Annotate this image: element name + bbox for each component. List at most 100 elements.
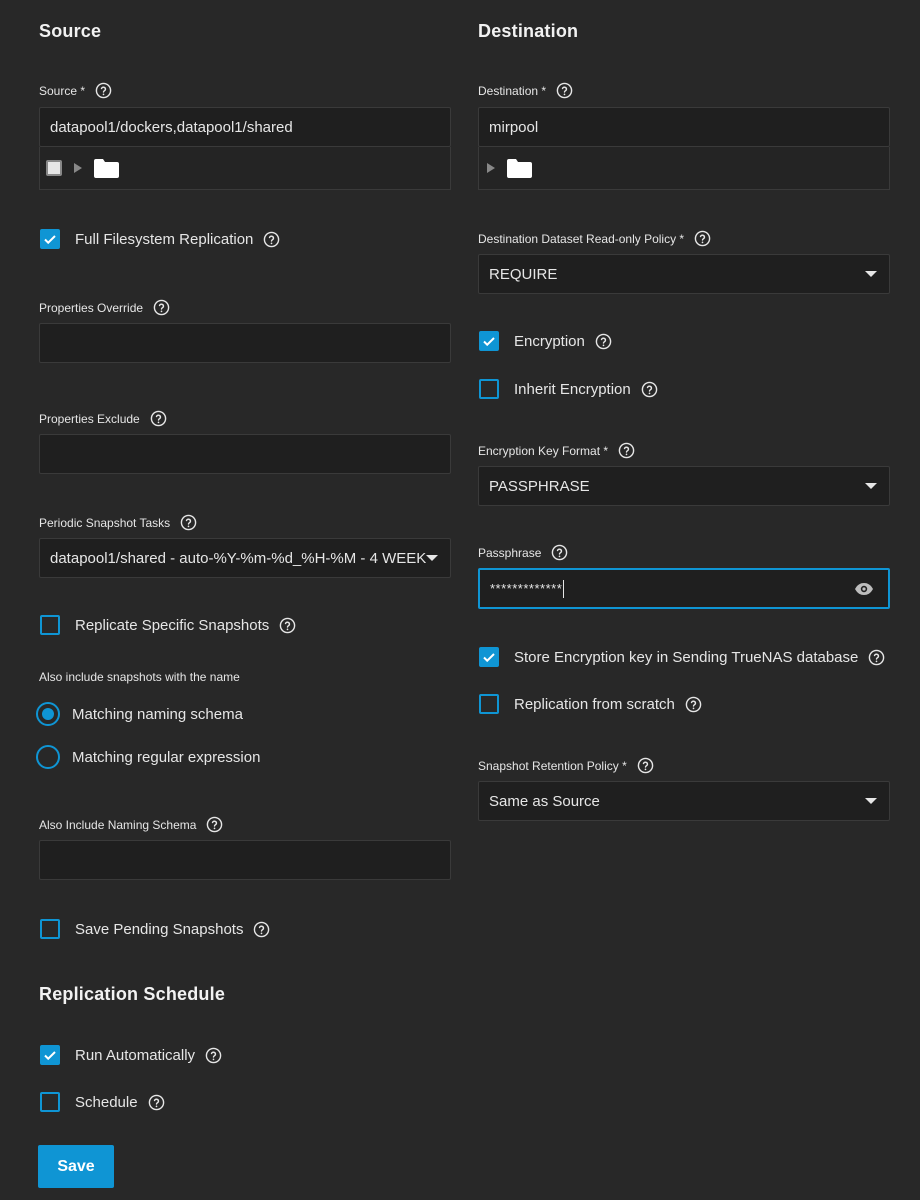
replication-from-scratch-row[interactable]: Replication from scratch	[479, 694, 702, 714]
expand-arrow-icon[interactable]	[487, 163, 495, 173]
run-automatically-checkbox[interactable]	[40, 1045, 60, 1065]
save-pending-label: Save Pending Snapshots	[75, 920, 244, 938]
destination-field-label: Destination *	[478, 82, 573, 99]
inherit-encryption-row[interactable]: Inherit Encryption	[479, 379, 658, 399]
readonly-policy-select[interactable]: REQUIRE	[478, 254, 890, 294]
properties-override-label-text: Properties Override	[39, 300, 144, 315]
help-icon[interactable]	[263, 231, 280, 248]
replication-from-scratch-label: Replication from scratch	[514, 695, 675, 713]
radio-naming-schema-label: Matching naming schema	[72, 705, 243, 723]
passphrase-label-text: Passphrase	[478, 545, 542, 560]
source-input[interactable]: datapool1/dockers,datapool1/shared	[39, 107, 451, 147]
source-tree-row[interactable]	[39, 147, 451, 190]
source-label-text: Source *	[39, 83, 86, 98]
also-include-snapshots-label: Also include snapshots with the name	[39, 670, 240, 684]
radio-regex-label: Matching regular expression	[72, 748, 261, 766]
replicate-specific-snapshots-row[interactable]: Replicate Specific Snapshots	[40, 615, 296, 635]
also-include-snapshots-text: Also include snapshots with the name	[39, 670, 240, 684]
inherit-encryption-label: Inherit Encryption	[514, 380, 631, 398]
save-button[interactable]: Save	[38, 1145, 114, 1188]
key-format-value: PASSPHRASE	[489, 477, 590, 495]
chevron-down-icon	[865, 798, 877, 804]
save-pending-snapshots-row[interactable]: Save Pending Snapshots	[40, 919, 270, 939]
inherit-encryption-checkbox[interactable]	[479, 379, 499, 399]
properties-exclude-input[interactable]	[39, 434, 451, 474]
expand-arrow-icon[interactable]	[74, 163, 82, 173]
retention-policy-label-text: Snapshot Retention Policy *	[478, 758, 627, 773]
folder-icon	[507, 158, 532, 178]
help-icon[interactable]	[205, 1047, 222, 1064]
source-field-label: Source *	[39, 82, 112, 99]
replicate-specific-checkbox[interactable]	[40, 615, 60, 635]
destination-input-value: mirpool	[489, 118, 539, 136]
destination-tree-row[interactable]	[478, 147, 890, 190]
help-icon[interactable]	[556, 82, 573, 99]
help-icon[interactable]	[279, 617, 296, 634]
destination-label-text: Destination *	[478, 83, 547, 98]
help-icon[interactable]	[180, 514, 197, 531]
help-icon[interactable]	[150, 410, 167, 427]
run-automatically-label: Run Automatically	[75, 1046, 196, 1064]
replication-schedule-title: Replication Schedule	[39, 984, 226, 1004]
full-filesystem-checkbox[interactable]	[40, 229, 60, 249]
key-format-label-text: Encryption Key Format *	[478, 443, 609, 458]
replication-from-scratch-checkbox[interactable]	[479, 694, 499, 714]
radio-button[interactable]	[36, 745, 60, 769]
source-input-value: datapool1/dockers,datapool1/shared	[50, 118, 293, 136]
help-icon[interactable]	[206, 816, 223, 833]
radio-matching-naming-schema[interactable]: Matching naming schema	[36, 702, 243, 726]
help-icon[interactable]	[641, 381, 658, 398]
destination-input[interactable]: mirpool	[478, 107, 890, 147]
chevron-down-icon	[865, 483, 877, 489]
retention-policy-value: Same as Source	[489, 792, 600, 810]
help-icon[interactable]	[253, 921, 270, 938]
store-encryption-key-label: Store Encryption key in Sending TrueNAS …	[514, 648, 859, 666]
help-icon[interactable]	[95, 82, 112, 99]
schedule-row[interactable]: Schedule	[40, 1092, 165, 1112]
save-pending-checkbox[interactable]	[40, 919, 60, 939]
help-icon[interactable]	[637, 757, 654, 774]
help-icon[interactable]	[148, 1094, 165, 1111]
run-automatically-row[interactable]: Run Automatically	[40, 1045, 222, 1065]
help-icon[interactable]	[153, 299, 170, 316]
folder-icon	[94, 158, 119, 178]
properties-exclude-label-text: Properties Exclude	[39, 411, 140, 426]
help-icon[interactable]	[551, 544, 568, 561]
radio-matching-regular-expression[interactable]: Matching regular expression	[36, 745, 260, 769]
help-icon[interactable]	[595, 333, 612, 350]
naming-schema-input[interactable]	[39, 840, 451, 880]
key-format-label: Encryption Key Format *	[478, 442, 635, 459]
readonly-policy-label-text: Destination Dataset Read-only Policy *	[478, 231, 685, 246]
periodic-snapshot-tasks-select[interactable]: datapool1/shared - auto-%Y-%m-%d_%H-%M -…	[39, 538, 451, 578]
radio-button-selected[interactable]	[36, 702, 60, 726]
store-encryption-key-row[interactable]: Store Encryption key in Sending TrueNAS …	[479, 647, 885, 667]
naming-schema-label-text: Also Include Naming Schema	[39, 817, 197, 832]
full-filesystem-label: Full Filesystem Replication	[75, 230, 254, 248]
passphrase-input[interactable]: *************	[478, 568, 890, 609]
encryption-label: Encryption	[514, 332, 585, 350]
passphrase-value: *************	[490, 581, 563, 596]
help-icon[interactable]	[618, 442, 635, 459]
retention-policy-select[interactable]: Same as Source	[478, 781, 890, 821]
periodic-snapshot-tasks-label-text: Periodic Snapshot Tasks	[39, 515, 171, 530]
readonly-policy-value: REQUIRE	[489, 265, 558, 283]
help-icon[interactable]	[685, 696, 702, 713]
key-format-select[interactable]: PASSPHRASE	[478, 466, 890, 506]
readonly-policy-label: Destination Dataset Read-only Policy *	[478, 230, 711, 247]
replicate-specific-label: Replicate Specific Snapshots	[75, 616, 270, 634]
tree-select-checkbox[interactable]	[46, 160, 62, 176]
also-include-naming-schema-label: Also Include Naming Schema	[39, 816, 223, 833]
properties-override-input[interactable]	[39, 323, 451, 363]
properties-exclude-label: Properties Exclude	[39, 410, 167, 427]
full-filesystem-replication-checkbox-row[interactable]: Full Filesystem Replication	[40, 229, 280, 249]
store-encryption-key-checkbox[interactable]	[479, 647, 499, 667]
help-icon[interactable]	[868, 649, 885, 666]
periodic-snapshot-tasks-value: datapool1/shared - auto-%Y-%m-%d_%H-%M -…	[50, 549, 426, 567]
eye-icon[interactable]	[854, 582, 874, 596]
retention-policy-label: Snapshot Retention Policy *	[478, 757, 654, 774]
encryption-checkbox[interactable]	[479, 331, 499, 351]
text-cursor	[563, 579, 565, 598]
help-icon[interactable]	[694, 230, 711, 247]
encryption-row[interactable]: Encryption	[479, 331, 612, 351]
schedule-checkbox[interactable]	[40, 1092, 60, 1112]
